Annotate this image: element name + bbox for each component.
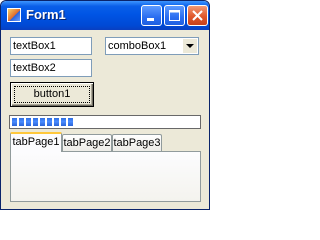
combobox-dropdown-button[interactable] [183, 39, 197, 53]
window-title: Form1 [26, 7, 66, 22]
form-client-area: textBox1 textBox2 comboBox1 button1 tabP… [4, 30, 206, 206]
textbox1-input[interactable]: textBox1 [10, 37, 92, 55]
tab-tabpage2[interactable]: tabPage2 [62, 134, 112, 152]
textbox2-input[interactable]: textBox2 [10, 59, 92, 77]
progress-segment [12, 118, 17, 126]
maximize-icon [169, 10, 180, 21]
focus-rectangle [14, 86, 90, 103]
progress-segment [47, 118, 52, 126]
progress-segment [61, 118, 66, 126]
close-icon [192, 10, 203, 21]
tab-control: tabPage1 tabPage2 tabPage3 [10, 132, 201, 202]
combobox1-value: comboBox1 [108, 40, 167, 52]
combobox1-select[interactable]: comboBox1 [105, 37, 199, 55]
form-app-icon[interactable] [7, 8, 21, 22]
minimize-icon [147, 18, 154, 21]
progress-segment [40, 118, 45, 126]
progress-segment [68, 118, 73, 126]
form1-window: Form1 textBox1 textBox2 comboBox1 button… [0, 0, 210, 210]
tab-tabpage1[interactable]: tabPage1 [10, 132, 62, 152]
close-button[interactable] [187, 5, 208, 26]
progress-segment [33, 118, 38, 126]
progress-bar-fill [12, 118, 198, 126]
minimize-button[interactable] [141, 5, 162, 26]
button1[interactable]: button1 [10, 82, 94, 107]
maximize-button[interactable] [164, 5, 185, 26]
progress-segment [19, 118, 24, 126]
progress-segment [26, 118, 31, 126]
tab-tabpage3[interactable]: tabPage3 [112, 134, 162, 152]
progress-bar [9, 115, 201, 129]
chevron-down-icon [186, 44, 194, 48]
tab-page-panel [10, 151, 201, 202]
progress-segment [54, 118, 59, 126]
title-bar[interactable]: Form1 [1, 1, 209, 30]
